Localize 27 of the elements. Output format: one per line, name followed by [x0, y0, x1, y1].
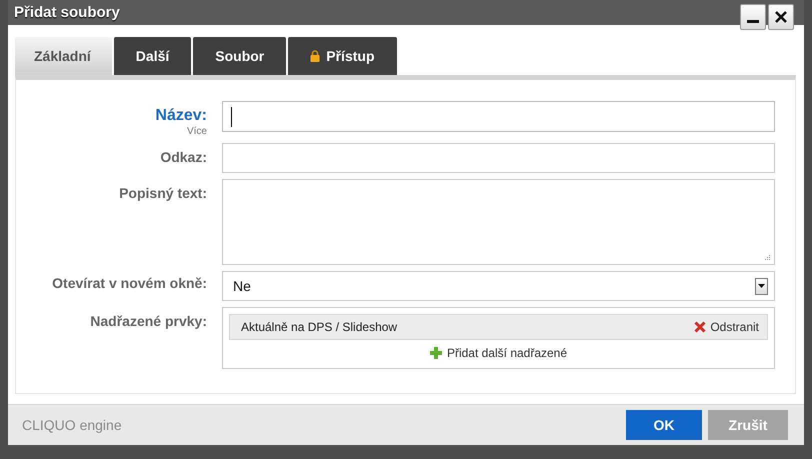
close-button[interactable]: [768, 4, 794, 30]
ok-button[interactable]: OK: [626, 410, 702, 440]
tab[interactable]: Přístup: [288, 37, 396, 75]
tab[interactable]: Základní: [15, 37, 112, 75]
tab[interactable]: Soubor: [193, 37, 286, 75]
add-parent-link[interactable]: Přidat další nadřazené: [430, 346, 568, 360]
minimize-button[interactable]: [740, 4, 766, 30]
close-icon: [775, 11, 787, 23]
field-label: Odkaz:: [160, 149, 207, 165]
select-value: Ne: [233, 278, 251, 294]
plus-icon: [430, 347, 442, 359]
brand-label: CLIQUO engine: [22, 417, 123, 433]
parent-label: Aktuálně na DPS / Slideshow: [241, 320, 398, 334]
field-label: Název:: [155, 107, 207, 125]
remove-link[interactable]: Odstranit: [694, 320, 759, 334]
input-field[interactable]: [222, 101, 775, 132]
tab[interactable]: Další: [114, 37, 192, 75]
more-link[interactable]: Více: [186, 126, 207, 137]
select-field[interactable]: Ne: [222, 271, 775, 301]
window-title: Přidat soubory: [14, 4, 121, 21]
minimize-icon: [747, 20, 759, 22]
padlock-icon: [310, 50, 320, 62]
field-label: Otevírat v novém okně:: [52, 275, 207, 291]
field-label: Nadřazené prvky:: [90, 313, 207, 329]
field-label: Popisný text:: [119, 185, 207, 201]
close-icon: [694, 321, 706, 333]
input-field[interactable]: [222, 143, 775, 173]
